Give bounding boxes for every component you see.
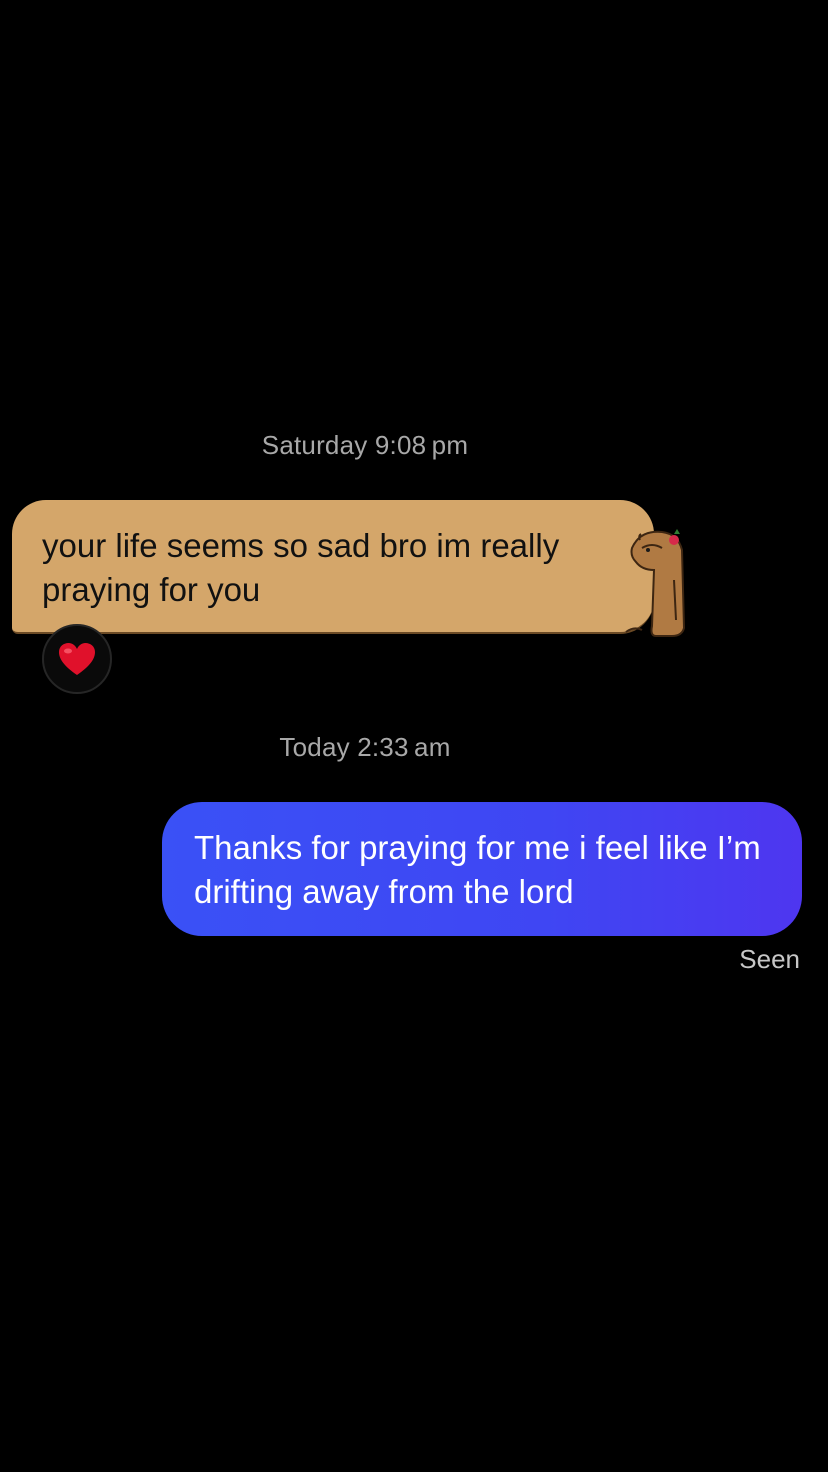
message-timestamp: Today 2:33 am xyxy=(279,732,451,762)
heart-reaction[interactable] xyxy=(42,624,112,694)
incoming-message[interactable]: your life seems so sad bro im really pra… xyxy=(12,500,686,638)
message-timestamp: Saturday 9:08 pm xyxy=(261,430,469,460)
incoming-message-bubble[interactable]: your life seems so sad bro im really pra… xyxy=(12,500,654,634)
seen-status: Seen xyxy=(739,944,800,974)
incoming-message-text: your life seems so sad bro im really pra… xyxy=(42,527,560,608)
outgoing-message-text: Thanks for praying for me i feel like I’… xyxy=(194,829,761,910)
heart-icon xyxy=(59,643,95,675)
outgoing-message-bubble[interactable]: Thanks for praying for me i feel like I’… xyxy=(162,802,802,936)
capybara-icon xyxy=(625,529,686,637)
